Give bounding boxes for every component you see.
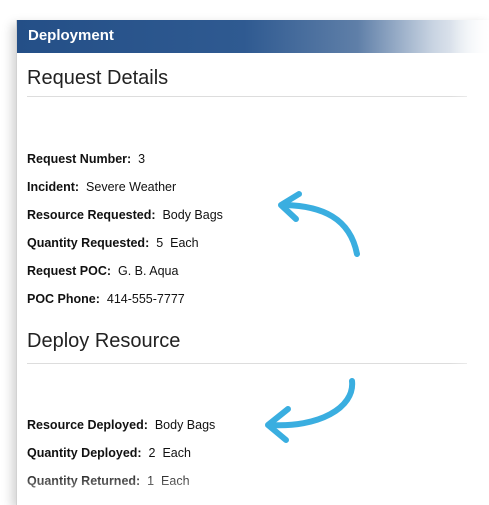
- curved-arrow-icon: [265, 378, 356, 443]
